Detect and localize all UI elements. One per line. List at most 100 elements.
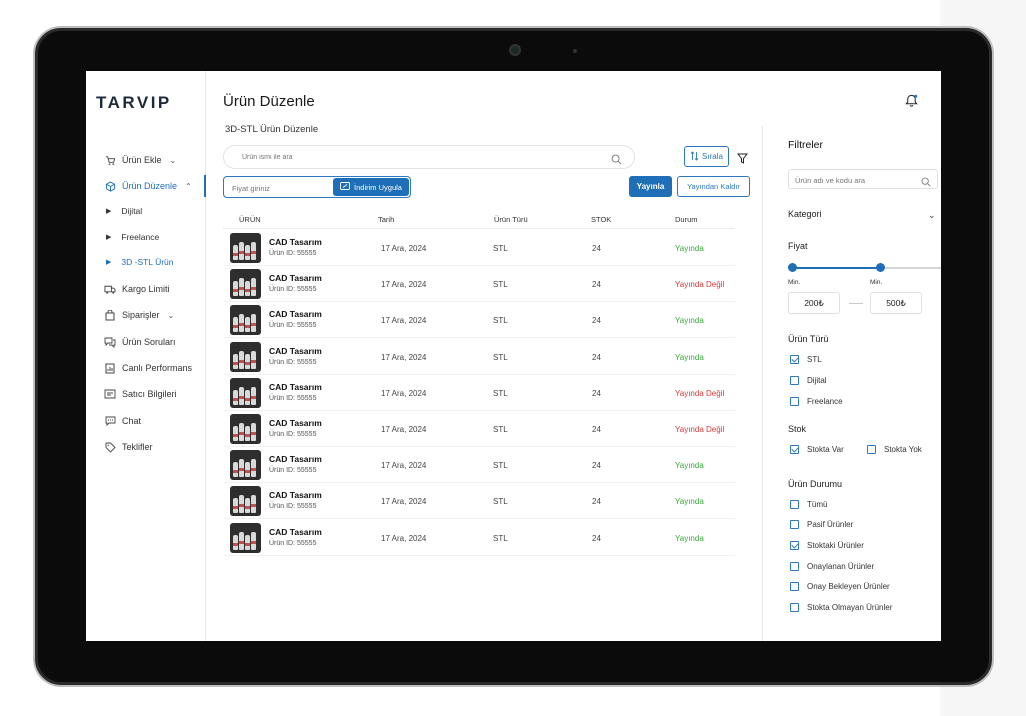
product-id: Ürün ID: 55555 [269, 539, 317, 547]
sort-button[interactable]: Sırala [684, 146, 729, 167]
price-slider-max-handle[interactable] [876, 263, 885, 272]
sidebar-item-urun-ekle[interactable]: Ürün Ekle ⌄ [86, 149, 206, 171]
category-label[interactable]: Kategori [788, 209, 822, 219]
table-row[interactable]: CAD Tasarım Ürün ID: 55555 17 Ara, 2024 STL… [223, 230, 735, 266]
product-name[interactable]: CAD Tasarım [269, 418, 322, 428]
min-price-field[interactable]: 200₺ [788, 292, 840, 314]
checkbox-icon[interactable] [790, 375, 799, 385]
product-name[interactable]: CAD Tasarım [269, 454, 322, 464]
sidebar-item-chat[interactable]: Chat [86, 410, 206, 432]
price-slider-min-handle[interactable] [788, 263, 797, 272]
sidebar-item-label: Chat [122, 416, 142, 426]
product-type: STL [493, 388, 508, 398]
product-thumbnail [230, 414, 261, 444]
sidebar-subitem-dijital[interactable]: ▶ Dijital [86, 202, 206, 220]
checkbox-icon[interactable] [790, 396, 799, 406]
product-name[interactable]: CAD Tasarım [269, 309, 322, 319]
sidebar-subitem-freelance[interactable]: ▶ Freelance [86, 228, 206, 246]
chevron-down-icon[interactable]: ⌄ [928, 210, 936, 221]
sidebar-item-urun-duzenle[interactable]: Ürün Düzenle ⌃ [86, 175, 206, 197]
filter-icon[interactable] [736, 151, 749, 164]
filter-checkbox[interactable]: Stoktaki Ürünler [790, 539, 864, 551]
search-icon[interactable] [611, 152, 622, 165]
column-header-stok[interactable]: STOK [591, 215, 611, 224]
filter-checkbox[interactable]: Tümü [790, 498, 827, 510]
filter-checkbox[interactable]: Pasif Ürünler [790, 519, 853, 531]
search-icon[interactable] [921, 174, 931, 187]
checkbox-icon[interactable] [790, 520, 799, 530]
checkbox-icon[interactable] [867, 444, 876, 454]
sidebar-item-kargo-limiti[interactable]: Kargo Limiti [86, 278, 206, 300]
checkbox-icon[interactable] [790, 603, 799, 612]
column-header-durum[interactable]: Durum [675, 215, 698, 224]
filter-checkbox[interactable]: Dijital [790, 374, 827, 386]
filter-checkbox[interactable]: STL [790, 353, 822, 365]
truck-icon [104, 283, 116, 295]
sidebar-subitem-3d-stl[interactable]: ▶ 3D -STL Ürün [86, 253, 206, 271]
product-type: STL [493, 533, 508, 543]
sidebar-item-canli-performans[interactable]: Canlı Performans [86, 357, 206, 379]
max-price-field[interactable]: 500₺ [870, 292, 922, 314]
table-row[interactable]: CAD Tasarım Ürün ID: 55555 17 Ara, 2024 STL… [223, 411, 735, 447]
product-thumbnail [230, 377, 261, 408]
status-badge: Yayında [675, 497, 704, 507]
filter-checkbox[interactable]: Stokta Olmayan Ürünler [790, 602, 892, 614]
checkbox-label: Pasif Ürünler [807, 520, 854, 530]
checkbox-icon[interactable] [790, 354, 799, 364]
table-row[interactable]: CAD Tasarım Ürün ID: 55555 17 Ara, 2024 STL… [223, 302, 735, 339]
camera-icon [509, 44, 521, 56]
table-row[interactable]: CAD Tasarım Ürün ID: 55555 17 Ara, 2024 STL… [223, 447, 735, 484]
price-label: Fiyat [788, 241, 808, 251]
table-row[interactable]: CAD Tasarım Ürün ID: 55555 17 Ara, 2024 STL… [223, 520, 735, 556]
page-subtitle: 3D-STL Ürün Düzenle [225, 124, 319, 135]
sidebar-item-siparisler[interactable]: Siparişler ⌄ [86, 304, 206, 326]
table-row[interactable]: CAD Tasarım Ürün ID: 55555 17 Ara, 2024 STL… [223, 483, 735, 520]
product-id: Ürün ID: 55555 [269, 467, 317, 475]
checkbox-icon[interactable] [790, 561, 799, 571]
filter-checkbox[interactable]: Freelance [790, 395, 843, 407]
product-name[interactable]: CAD Tasarım [269, 527, 322, 537]
column-header-tarih[interactable]: Tarih [378, 215, 394, 224]
checkbox-icon[interactable] [790, 499, 799, 509]
chat-bubbles-icon [104, 336, 116, 348]
product-name[interactable]: CAD Tasarım [269, 382, 322, 392]
product-date: 17 Ara, 2024 [381, 425, 427, 434]
search-input[interactable] [242, 151, 602, 164]
product-name[interactable]: CAD Tasarım [269, 237, 322, 247]
sidebar-item-satici-bilgileri[interactable]: Satıcı Bilgileri [86, 383, 206, 405]
publish-button[interactable]: Yayınla [629, 176, 672, 197]
checkbox-icon[interactable] [790, 444, 799, 454]
filter-search-input[interactable] [795, 174, 915, 186]
table-row[interactable]: CAD Tasarım Ürün ID: 55555 17 Ara, 2024 STL… [223, 375, 735, 411]
product-name[interactable]: CAD Tasarım [269, 490, 322, 500]
column-header-urun-turu[interactable]: Ürün Türü [494, 215, 528, 224]
sidebar-item-teklifler[interactable]: Teklifler [86, 436, 206, 458]
logo[interactable]: TARVIP [96, 93, 172, 113]
product-stock: 24 [592, 316, 601, 326]
table-row[interactable]: CAD Tasarım Ürün ID: 55555 17 Ara, 2024 STL… [223, 339, 735, 375]
filter-checkbox[interactable]: Stokta Var [790, 443, 844, 455]
apply-discount-button[interactable]: İndirim Uygula [333, 178, 409, 196]
product-name[interactable]: CAD Tasarım [269, 273, 322, 283]
status-badge: Yayında [675, 316, 704, 326]
sidebar-item-urun-sorulari[interactable]: Ürün Soruları [86, 331, 206, 353]
table-row[interactable]: CAD Tasarım Ürün ID: 55555 17 Ara, 2024 STL… [223, 266, 735, 303]
filters-title: Filtreler [788, 139, 824, 151]
filter-checkbox[interactable]: Onay Bekleyen Ürünler [790, 581, 890, 593]
product-name[interactable]: CAD Tasarım [269, 346, 322, 356]
checkbox-icon[interactable] [790, 540, 799, 550]
sidebar-item-label: Kargo Limiti [122, 284, 170, 294]
product-thumbnail [230, 450, 261, 481]
sort-label: Sırala [702, 152, 723, 161]
product-status-label: Ürün Durumu [788, 479, 843, 489]
price-input[interactable] [232, 182, 332, 194]
column-header-urun[interactable]: ÜRÜN [239, 215, 261, 224]
bell-icon[interactable] [904, 93, 920, 109]
bag-icon [104, 309, 116, 321]
checkbox-icon[interactable] [790, 582, 799, 592]
cube-icon [104, 180, 116, 192]
filter-checkbox[interactable]: Stokta Yok [867, 443, 922, 455]
filter-checkbox[interactable]: Onaylanan Ürünler [790, 560, 874, 572]
unpublish-button[interactable]: Yayından Kaldır [677, 176, 750, 197]
chevron-up-icon: ⌃ [185, 181, 192, 191]
